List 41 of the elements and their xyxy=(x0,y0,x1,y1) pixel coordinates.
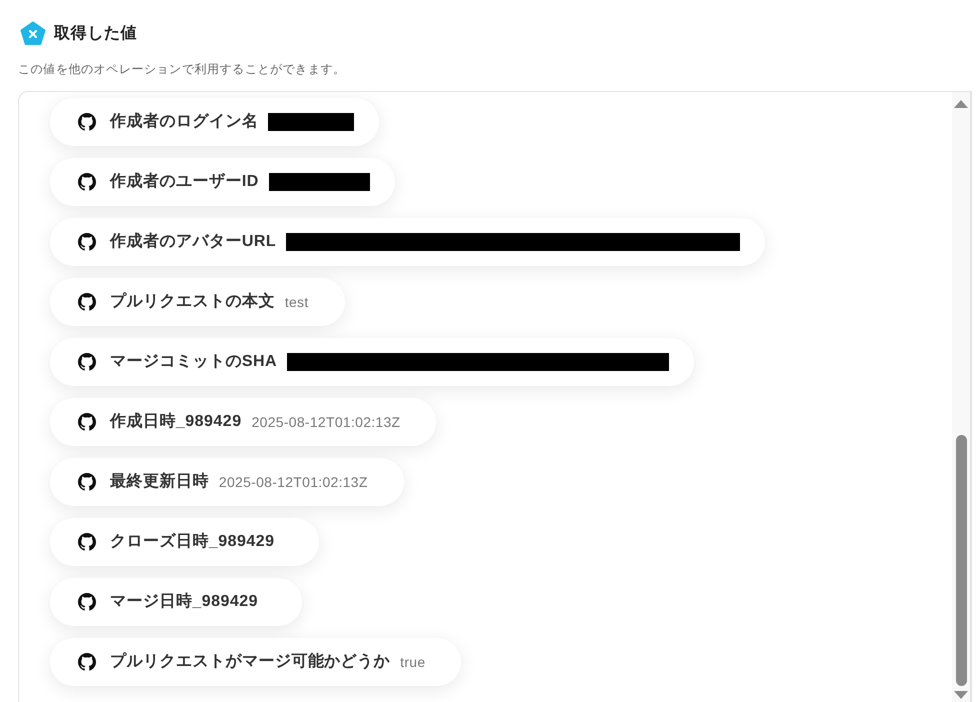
value-chip[interactable]: マージ日時_989429 xyxy=(50,578,302,626)
value-label: 作成者のユーザーID xyxy=(110,172,259,192)
cat-logo-icon xyxy=(78,113,96,131)
cat-logo-icon xyxy=(78,293,96,311)
scrollbar-track[interactable] xyxy=(952,92,971,702)
value-chip[interactable]: 作成者のアバターURL xyxy=(50,218,766,266)
value-label: クローズ日時_989429 xyxy=(110,532,275,552)
value-text: 2025-08-12T01:02:13Z xyxy=(252,412,400,432)
cat-logo-icon xyxy=(78,653,96,671)
cat-logo-icon xyxy=(78,353,96,371)
value-chip[interactable]: クローズ日時_989429 xyxy=(50,518,319,566)
value-label: マージ日時_989429 xyxy=(110,592,258,612)
value-text: true xyxy=(400,652,426,672)
value-chip[interactable]: 作成日時_989429 2025-08-12T01:02:13Z xyxy=(50,398,436,446)
value-label: 作成者のログイン名 xyxy=(110,112,258,132)
value-label: 作成日時_989429 xyxy=(110,412,242,432)
value-chip[interactable]: マージコミットのSHA xyxy=(50,338,694,386)
scrollbar-thumb[interactable] xyxy=(956,435,966,686)
value-label: プルリクエストがマージ可能かどうか xyxy=(110,651,390,672)
value-label: マージコミットのSHA xyxy=(110,352,278,372)
value-label: 最終更新日時 xyxy=(110,471,209,492)
value-text: test xyxy=(284,292,308,312)
value-chip[interactable]: 作成者のユーザーID xyxy=(50,158,395,206)
value-label: 作成者のアバターURL xyxy=(110,232,276,252)
section-description: この値を他のオペレーションで利用することができます。 xyxy=(18,61,347,78)
scroll-down-icon[interactable] xyxy=(954,691,968,699)
value-chip[interactable]: プルリクエストの本文 test xyxy=(50,278,344,326)
value-chip[interactable]: 作成者のログイン名 xyxy=(50,98,380,146)
section-title: 取得した値 xyxy=(54,24,138,44)
value-label: プルリクエストの本文 xyxy=(110,291,275,312)
cat-logo-icon xyxy=(78,593,96,611)
value-chip[interactable]: 最終更新日時 2025-08-12T01:02:13Z xyxy=(50,458,404,506)
cat-logo-icon xyxy=(78,533,96,551)
scroll-up-icon[interactable] xyxy=(954,100,968,108)
value-text: 2025-08-12T01:02:13Z xyxy=(218,472,368,492)
cat-logo-icon xyxy=(78,473,96,491)
cat-logo-icon xyxy=(78,413,96,431)
cat-logo-icon xyxy=(78,233,96,251)
value-chip[interactable]: プルリクエストがマージ可能かどうか true xyxy=(50,638,462,686)
cat-logo-icon xyxy=(78,173,96,191)
pentagon-x-icon xyxy=(20,21,46,46)
